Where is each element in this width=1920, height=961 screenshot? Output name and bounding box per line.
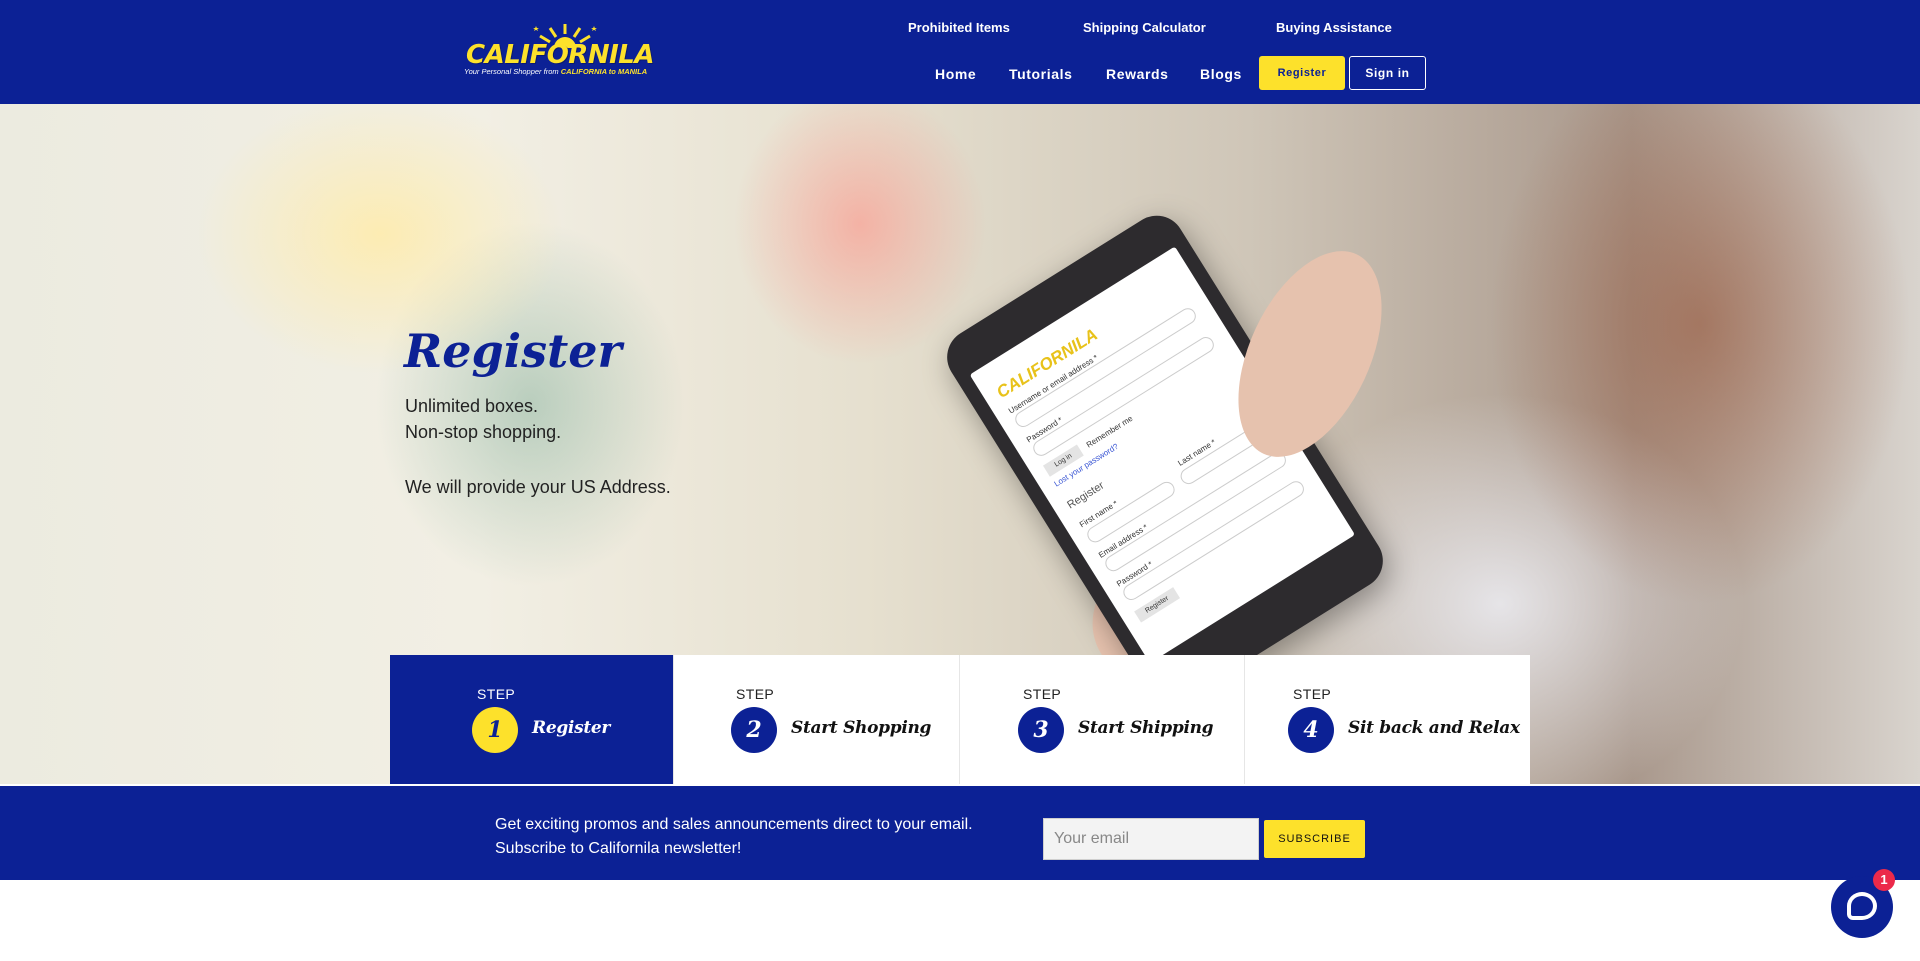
hero-line-address: We will provide your US Address. [405,477,671,497]
nav-home[interactable]: Home [935,66,976,82]
step-3[interactable]: STEP 3 Start Shipping [960,655,1245,784]
step-2[interactable]: STEP 2 Start Shopping [674,655,960,784]
newsletter-text-line2: Subscribe to Californila newsletter! [495,840,742,857]
hero-title: Register [404,324,622,378]
nav-blogs[interactable]: Blogs [1200,66,1242,82]
step-name: Register [532,718,611,738]
steps-bar: STEP 1 Register STEP 2 Start Shopping ST… [390,655,1530,784]
chat-bubble-icon [1847,892,1877,920]
hero-line-boxes: Unlimited boxes. [405,396,539,416]
newsletter-email-input[interactable] [1043,818,1259,860]
step-name: Start Shopping [791,718,932,738]
top-link-shipping-calculator[interactable]: Shipping Calculator [1083,20,1206,35]
signin-button[interactable]: Sign in [1349,56,1426,90]
subscribe-button[interactable]: SUBSCRIBE [1264,820,1365,858]
step-number: 2 [731,707,777,753]
step-number: 1 [472,707,518,753]
site-header: CALIFORNILA Your Personal Shopper from C… [0,0,1920,104]
chat-notification-badge: 1 [1873,869,1895,891]
step-number: 4 [1288,707,1334,753]
logo-tagline: Your Personal Shopper from CALIFORNIA to… [464,67,648,76]
newsletter-section: Get exciting promos and sales announceme… [0,786,1920,880]
step-4[interactable]: STEP 4 Sit back and Relax [1245,655,1530,784]
top-link-prohibited-items[interactable]: Prohibited Items [908,20,1010,35]
hero-line-shopping: Non-stop shopping. [405,422,562,442]
step-label: STEP [1293,686,1332,702]
top-link-buying-assistance[interactable]: Buying Assistance [1276,20,1392,35]
newsletter-text-line1: Get exciting promos and sales announceme… [495,816,973,833]
step-name: Start Shipping [1078,718,1214,738]
nav-tutorials[interactable]: Tutorials [1009,66,1072,82]
step-label: STEP [477,686,516,702]
nav-rewards[interactable]: Rewards [1106,66,1169,82]
register-button[interactable]: Register [1259,56,1345,90]
logo-wordmark: CALIFORNILA [466,40,654,70]
step-1[interactable]: STEP 1 Register [390,655,674,784]
step-label: STEP [1023,686,1062,702]
step-label: STEP [736,686,775,702]
step-number: 3 [1018,707,1064,753]
californila-logo[interactable]: CALIFORNILA Your Personal Shopper from C… [462,22,654,80]
step-name: Sit back and Relax [1348,718,1520,738]
